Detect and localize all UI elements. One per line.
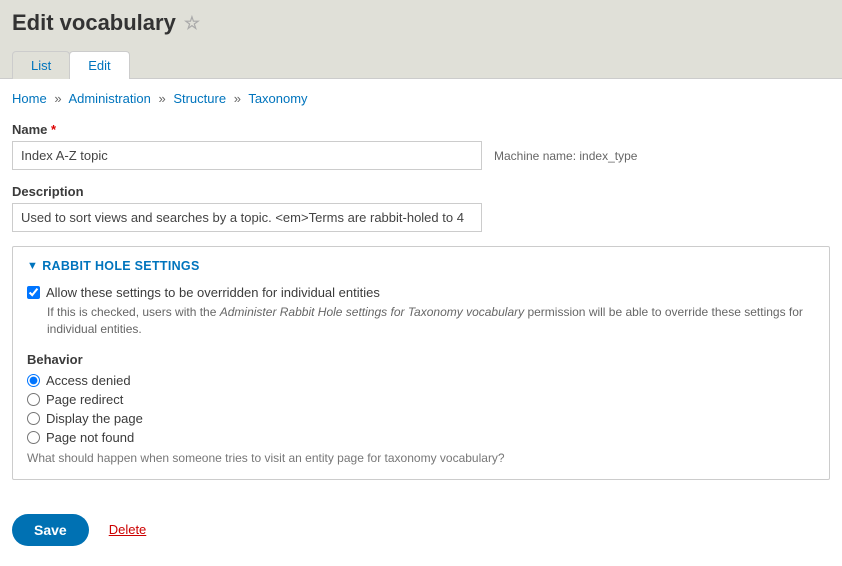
- behavior-help: What should happen when someone tries to…: [27, 451, 815, 465]
- override-label: Allow these settings to be overridden fo…: [46, 285, 380, 300]
- page-title-text: Edit vocabulary: [12, 10, 176, 36]
- description-label: Description: [12, 184, 830, 199]
- radio-access-denied-label: Access denied: [46, 373, 131, 388]
- delete-link[interactable]: Delete: [109, 522, 147, 537]
- radio-page-not-found-label: Page not found: [46, 430, 134, 445]
- radio-page-redirect[interactable]: [27, 393, 40, 406]
- breadcrumb: Home » Administration » Structure » Taxo…: [12, 91, 830, 106]
- machine-name: Machine name: index_type: [494, 149, 637, 163]
- behavior-label: Behavior: [27, 352, 815, 367]
- tabs: List Edit: [12, 50, 830, 78]
- save-button[interactable]: Save: [12, 514, 89, 546]
- name-label: Name *: [12, 122, 830, 137]
- breadcrumb-sep: »: [158, 91, 165, 106]
- tab-edit[interactable]: Edit: [69, 51, 129, 79]
- page-title: Edit vocabulary ☆: [12, 10, 830, 36]
- star-icon[interactable]: ☆: [184, 13, 200, 34]
- tab-list[interactable]: List: [12, 51, 70, 79]
- breadcrumb-administration[interactable]: Administration: [68, 91, 150, 106]
- required-mark: *: [51, 122, 56, 137]
- name-field[interactable]: [12, 141, 482, 170]
- rabbit-hole-fieldset: ▼ RABBIT HOLE SETTINGS Allow these setti…: [12, 246, 830, 480]
- form-item-description: Description: [12, 184, 830, 232]
- description-field[interactable]: [12, 203, 482, 232]
- breadcrumb-sep: »: [54, 91, 61, 106]
- radio-page-redirect-label: Page redirect: [46, 392, 123, 407]
- form-item-name: Name * Machine name: index_type: [12, 122, 830, 170]
- override-help: If this is checked, users with the Admin…: [47, 304, 815, 338]
- override-checkbox[interactable]: [27, 286, 40, 299]
- chevron-down-icon: ▼: [27, 260, 38, 272]
- radio-display-page[interactable]: [27, 412, 40, 425]
- radio-access-denied[interactable]: [27, 374, 40, 387]
- breadcrumb-taxonomy[interactable]: Taxonomy: [248, 91, 307, 106]
- radio-display-page-label: Display the page: [46, 411, 143, 426]
- breadcrumb-home[interactable]: Home: [12, 91, 47, 106]
- breadcrumb-structure[interactable]: Structure: [173, 91, 226, 106]
- rabbit-hole-legend[interactable]: ▼ RABBIT HOLE SETTINGS: [27, 259, 815, 273]
- actions: Save Delete: [0, 514, 842, 566]
- breadcrumb-sep: »: [234, 91, 241, 106]
- radio-page-not-found[interactable]: [27, 431, 40, 444]
